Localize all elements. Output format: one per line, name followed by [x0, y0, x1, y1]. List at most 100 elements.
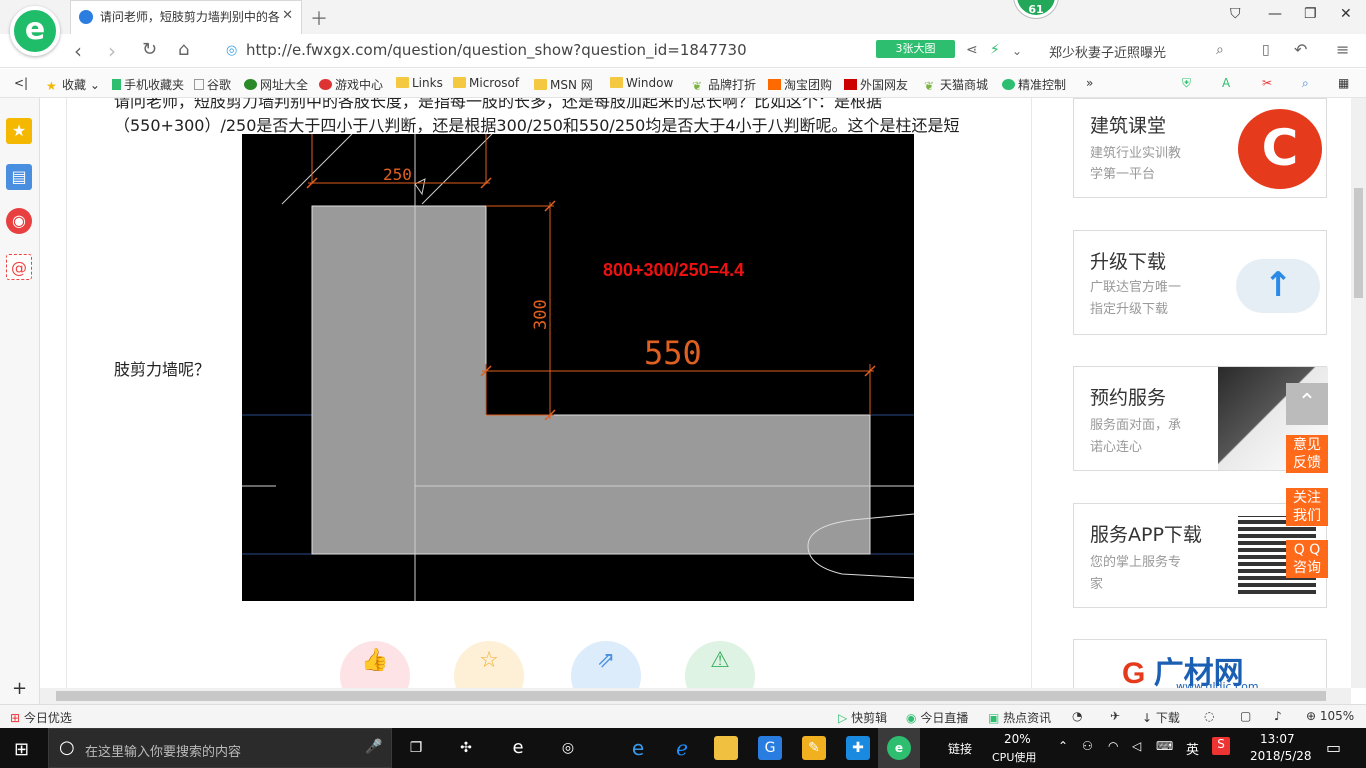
apps-icon[interactable]: ▦	[1338, 76, 1349, 90]
speed-icon[interactable]: ◔	[1072, 709, 1082, 723]
new-tab-button[interactable]: ＋	[310, 5, 328, 31]
bookmark-links[interactable]: Links	[396, 76, 443, 90]
notes-app-icon[interactable]: ✎	[802, 736, 826, 760]
bookmark-brand[interactable]: ❦ 品牌打折	[692, 76, 756, 93]
bookmark-hao[interactable]: 网址大全	[244, 76, 308, 93]
translate-icon[interactable]: A	[1222, 76, 1230, 90]
card-upgrade-download[interactable]: 升级下载 广联达官方唯一 指定升级下载 ↑	[1073, 230, 1327, 335]
cleanup-icon[interactable]: ◌	[1204, 709, 1214, 723]
hot-news[interactable]: ▣ 热点资讯	[988, 709, 1051, 726]
wifi-icon[interactable]: ◠	[1108, 739, 1118, 753]
back-icon[interactable]: ‹	[74, 39, 82, 63]
lightning-icon[interactable]: ⚡	[990, 42, 1000, 58]
edge-icon[interactable]: e	[506, 736, 530, 760]
big-image-button[interactable]: 3张大图	[876, 40, 955, 58]
refresh-icon[interactable]: ↻	[142, 39, 157, 60]
bookmark-tmall[interactable]: ❦ 天猫商城	[924, 76, 988, 93]
menu-icon[interactable]: ≡	[1336, 40, 1349, 59]
g-app-icon[interactable]: G	[758, 736, 782, 760]
fan-app-icon[interactable]: ✣	[454, 736, 478, 760]
bookmark-favorites[interactable]: ★ 收藏 ⌄	[46, 76, 100, 93]
dropdown-icon[interactable]: ⌄	[1012, 44, 1022, 58]
bookmark-control[interactable]: 精准控制	[1002, 76, 1066, 93]
volume-icon[interactable]: ◁	[1132, 739, 1141, 753]
sogou-ime-icon[interactable]: S	[1212, 737, 1230, 755]
more-bookmarks-icon[interactable]: »	[1086, 76, 1093, 90]
mail-icon[interactable]: @	[6, 254, 32, 280]
pin-icon[interactable]: ✈	[1110, 709, 1120, 723]
gift-icon: ⊞	[10, 711, 21, 725]
shield-icon[interactable]: ⛨	[1182, 76, 1191, 91]
internet-explorer-icon[interactable]: ℯ	[670, 736, 694, 760]
show-hidden-icons[interactable]: ⌃	[1058, 739, 1068, 753]
close-tab-icon[interactable]: ✕	[282, 8, 293, 23]
close-window-button[interactable]: ✕	[1340, 6, 1352, 22]
vertical-scrollbar[interactable]	[1351, 98, 1366, 688]
reading-list-icon[interactable]: ▤	[6, 164, 32, 190]
active-browser-task[interactable]: e	[878, 728, 920, 768]
restore-button[interactable]: ❐	[1304, 6, 1317, 22]
downloads[interactable]: ↓ 下载	[1142, 709, 1180, 726]
vertical-scroll-thumb[interactable]	[1354, 188, 1363, 298]
bookmark-microsoft[interactable]: Microsof	[453, 76, 519, 90]
file-explorer-icon[interactable]	[714, 736, 738, 760]
magnifier-icon[interactable]: ⌕	[1302, 76, 1309, 91]
weibo-icon[interactable]: ◉	[6, 208, 32, 234]
quick-edit[interactable]: ▷ 快剪辑	[838, 709, 887, 726]
bookmark-mobile[interactable]: 手机收藏夹	[112, 76, 184, 93]
minimize-button[interactable]: —	[1268, 6, 1282, 22]
mute-icon[interactable]: ♪	[1274, 709, 1282, 723]
card-building-class[interactable]: 建筑课堂 建筑行业实训教 学第一平台 C	[1073, 98, 1327, 198]
window-icon[interactable]: ▢	[1240, 709, 1251, 723]
task-view-icon[interactable]: ❐	[404, 736, 428, 760]
card-subtitle: 指定升级下载	[1090, 302, 1169, 317]
microphone-icon[interactable]: 🎤	[365, 739, 382, 755]
bookmark-taobao[interactable]: 淘宝团购	[768, 76, 832, 93]
bookmarks-bar: <| ★ 收藏 ⌄ 手机收藏夹 谷歌 网址大全 游戏中心 Links Micros…	[0, 69, 1366, 98]
share-icon[interactable]: ⋖	[966, 42, 978, 58]
forward-icon[interactable]: ›	[108, 39, 116, 63]
horizontal-scroll-thumb[interactable]	[56, 691, 1326, 701]
favorites-star-icon[interactable]: ★	[6, 118, 32, 144]
today-live[interactable]: ◉ 今日直播	[906, 709, 968, 726]
links-toolbar[interactable]: 链接	[948, 740, 972, 757]
notification-badge[interactable]: 61	[1014, 0, 1058, 18]
share-button[interactable]: ⇗	[571, 641, 641, 688]
today-picks[interactable]: ⊞ 今日优选	[10, 709, 72, 726]
report-button[interactable]: ⚠	[685, 641, 755, 688]
card-gldjc[interactable]: G 广材网 www.gldjc.com	[1073, 639, 1327, 688]
people-icon[interactable]: ⚇	[1082, 739, 1093, 753]
question-article: 请问老师，短肢剪力墙判别中的各肢长度，是指每一肢的长多，还是每肢加起来的总长啊？…	[66, 98, 1032, 688]
undo-icon[interactable]: ↶	[1294, 40, 1307, 59]
search-hint[interactable]: 郑少秋妻子近照曝光	[1049, 42, 1166, 61]
back-to-top-button[interactable]: ⌃	[1286, 383, 1328, 425]
phone-icon[interactable]: ▯	[1262, 42, 1270, 58]
bookmark-google[interactable]: 谷歌	[194, 76, 231, 93]
bookmark-msn[interactable]: MSN 网	[534, 76, 593, 93]
taskbar-search-box[interactable]: ○ 在这里输入你要搜索的内容 🎤	[48, 728, 392, 768]
ime-indicator[interactable]: 英	[1186, 739, 1199, 758]
keyboard-icon[interactable]: ⌨	[1156, 739, 1173, 753]
bookmark-games[interactable]: 游戏中心	[319, 76, 383, 93]
zoom-control[interactable]: ⊕ 105%	[1306, 709, 1354, 723]
edge-browser-icon[interactable]: e	[626, 736, 650, 760]
browser-tab[interactable]: 请问老师，短肢剪力墙判别中的各 ✕	[70, 0, 302, 34]
feedback-button[interactable]: 意见 反馈	[1286, 435, 1328, 473]
search-icon[interactable]: ⌕	[1216, 42, 1224, 58]
bookmark-windows[interactable]: Window	[610, 76, 673, 90]
plus-app-icon[interactable]: ✚	[846, 736, 870, 760]
like-button[interactable]: 👍	[340, 641, 410, 688]
shirt-skin-icon[interactable]: ⛉	[1230, 6, 1241, 22]
follow-us-button[interactable]: 关注 我们	[1286, 488, 1328, 526]
add-sidebar-icon[interactable]: +	[12, 678, 27, 699]
windows-start-icon[interactable]: ⊞	[14, 739, 29, 760]
bookmark-foreign[interactable]: 外国网友	[844, 76, 908, 93]
action-center-icon[interactable]: ▭	[1326, 738, 1341, 757]
scissors-icon[interactable]: ✂	[1262, 76, 1272, 90]
home-icon[interactable]: ⌂	[178, 39, 189, 60]
horizontal-scrollbar[interactable]	[40, 688, 1351, 704]
favorite-button[interactable]: ☆	[454, 641, 524, 688]
alert-app-icon[interactable]: ◎	[556, 736, 580, 760]
qq-consult-button[interactable]: Q Q 咨询	[1286, 540, 1328, 578]
sidebar-toggle-icon[interactable]: <|	[14, 76, 28, 90]
